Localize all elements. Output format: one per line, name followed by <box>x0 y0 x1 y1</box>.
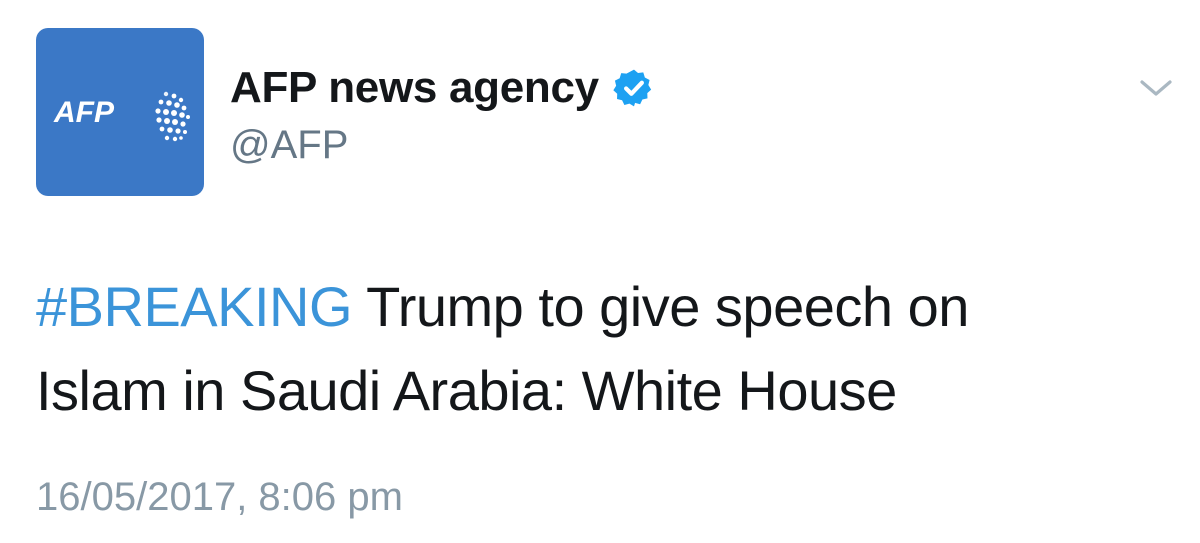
author-name-row[interactable]: AFP news agency <box>230 60 655 116</box>
verified-badge-icon <box>613 69 651 107</box>
tweet-timestamp[interactable]: 16/05/2017, 8:06 pm <box>36 475 403 520</box>
afp-globe-dots <box>155 91 190 142</box>
hashtag-link[interactable]: #BREAKING <box>36 275 353 338</box>
avatar[interactable]: AFP <box>36 28 204 196</box>
tweet-card: AFP AFP news agency @AFP #BREAKING Trump… <box>0 0 1200 543</box>
tweet-text: #BREAKING Trump to give speech on Islam … <box>36 265 1166 433</box>
tweet-text-line2: Islam in Saudi Arabia: White House <box>36 359 897 422</box>
author-display-name[interactable]: AFP news agency <box>230 63 599 113</box>
chevron-down-icon[interactable] <box>1138 76 1174 100</box>
author-handle[interactable]: @AFP <box>230 123 348 168</box>
tweet-text-line1: Trump to give speech on <box>352 275 969 338</box>
afp-logo-icon: AFP <box>53 91 190 142</box>
afp-logo-text: AFP <box>53 96 115 129</box>
